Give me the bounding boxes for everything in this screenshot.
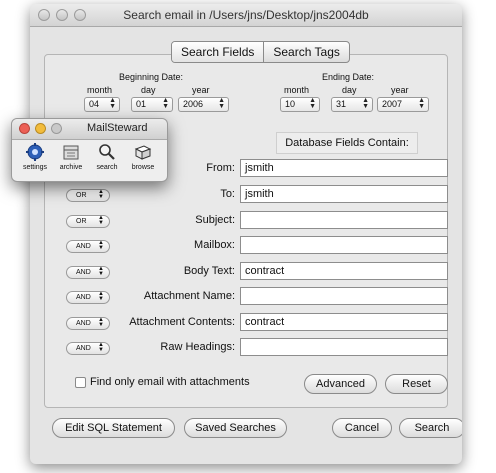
end-day-label: day <box>342 85 357 95</box>
tab-bar: Search Fields Search Tags <box>171 41 350 63</box>
tab-search-fields[interactable]: Search Fields <box>172 42 265 62</box>
mailsteward-palette: MailSteward settings archive search brow… <box>11 118 168 182</box>
beginning-date-heading: Beginning Date: <box>119 72 184 82</box>
begin-month-label: month <box>87 85 113 95</box>
end-year-stepper[interactable]: 2007 ▲ ▼ <box>377 97 429 112</box>
end-month-label: month <box>284 85 310 95</box>
field-label-mailbox: Mailbox: <box>194 239 235 251</box>
end-day-stepper[interactable]: 31 ▲ ▼ <box>331 97 373 112</box>
palette-minimize-icon[interactable] <box>35 123 46 134</box>
browse-tool[interactable]: browse <box>126 143 160 171</box>
from-field[interactable]: jsmith <box>240 159 448 177</box>
reset-button[interactable]: Reset <box>385 374 448 394</box>
archive-icon <box>63 145 79 160</box>
end-year-label: year <box>391 85 409 95</box>
browse-tool-label: browse <box>131 164 155 171</box>
palette-close-icon[interactable] <box>19 123 30 134</box>
begin-year-stepper[interactable]: 2006 ▲ ▼ <box>178 97 229 112</box>
archive-tool-label: archive <box>59 164 83 171</box>
settings-tool-label: settings <box>22 164 48 171</box>
browse-icon <box>134 145 152 160</box>
edit-sql-button[interactable]: Edit SQL Statement <box>52 418 175 438</box>
mailbox-field[interactable] <box>240 236 448 254</box>
begin-day-stepper[interactable]: 01 ▲ ▼ <box>131 97 173 112</box>
gear-icon <box>26 143 44 161</box>
stepper-arrows-icon: ▲ ▼ <box>218 97 225 110</box>
tab-search-tags[interactable]: Search Tags <box>264 42 349 62</box>
cancel-button[interactable]: Cancel <box>332 418 392 438</box>
stepper-arrows-icon: ▲ ▼ <box>418 97 425 110</box>
search-window: Search email in /Users/jns/Desktop/jns20… <box>30 4 462 464</box>
window-title: Search email in /Users/jns/Desktop/jns20… <box>123 8 369 22</box>
search-button[interactable]: Search <box>399 418 462 438</box>
ending-date-heading: Ending Date: <box>322 72 375 82</box>
field-label-attachment-contents: Attachment Contents: <box>129 316 235 328</box>
stepper-arrows-icon: ▲ ▼ <box>109 97 116 110</box>
field-label-to: To: <box>220 188 235 200</box>
stepper-arrows-icon: ▲ ▼ <box>362 97 369 110</box>
field-label-attachment-name: Attachment Name: <box>143 290 235 302</box>
begin-day-label: day <box>141 85 156 95</box>
search-tool[interactable]: search <box>90 143 124 171</box>
attachments-only-checkbox[interactable] <box>75 377 86 388</box>
attachments-only-label: Find only email with attachments <box>90 376 250 388</box>
palette-zoom-icon[interactable] <box>51 123 62 134</box>
advanced-button[interactable]: Advanced <box>304 374 377 394</box>
stepper-arrows-icon: ▲ ▼ <box>309 97 316 110</box>
field-label-raw-headings: Raw Headings: <box>160 341 235 353</box>
attachment-contents-field[interactable]: contract <box>240 313 448 331</box>
field-label-subject: Subject: <box>195 214 235 226</box>
body-text-field[interactable]: contract <box>240 262 448 280</box>
raw-headings-field[interactable] <box>240 338 448 356</box>
database-fields-heading: Database Fields Contain: <box>276 132 418 154</box>
palette-title: MailSteward <box>87 122 148 134</box>
saved-searches-button[interactable]: Saved Searches <box>184 418 287 438</box>
archive-tool[interactable]: archive <box>54 143 88 171</box>
end-month-stepper[interactable]: 10 ▲ ▼ <box>280 97 320 112</box>
search-tool-label: search <box>96 164 118 171</box>
begin-month-stepper[interactable]: 04 ▲ ▼ <box>84 97 120 112</box>
magnifier-icon <box>99 144 115 160</box>
to-field[interactable]: jsmith <box>240 185 448 203</box>
begin-year-label: year <box>192 85 210 95</box>
attachment-name-field[interactable] <box>240 287 448 305</box>
stepper-arrows-icon: ▲ ▼ <box>162 97 169 110</box>
palette-titlebar[interactable]: MailSteward <box>12 119 167 140</box>
settings-tool[interactable]: settings <box>18 143 52 171</box>
subject-field[interactable] <box>240 211 448 229</box>
field-label-body-text: Body Text: <box>183 265 235 277</box>
window-titlebar[interactable]: Search email in /Users/jns/Desktop/jns20… <box>30 4 462 27</box>
